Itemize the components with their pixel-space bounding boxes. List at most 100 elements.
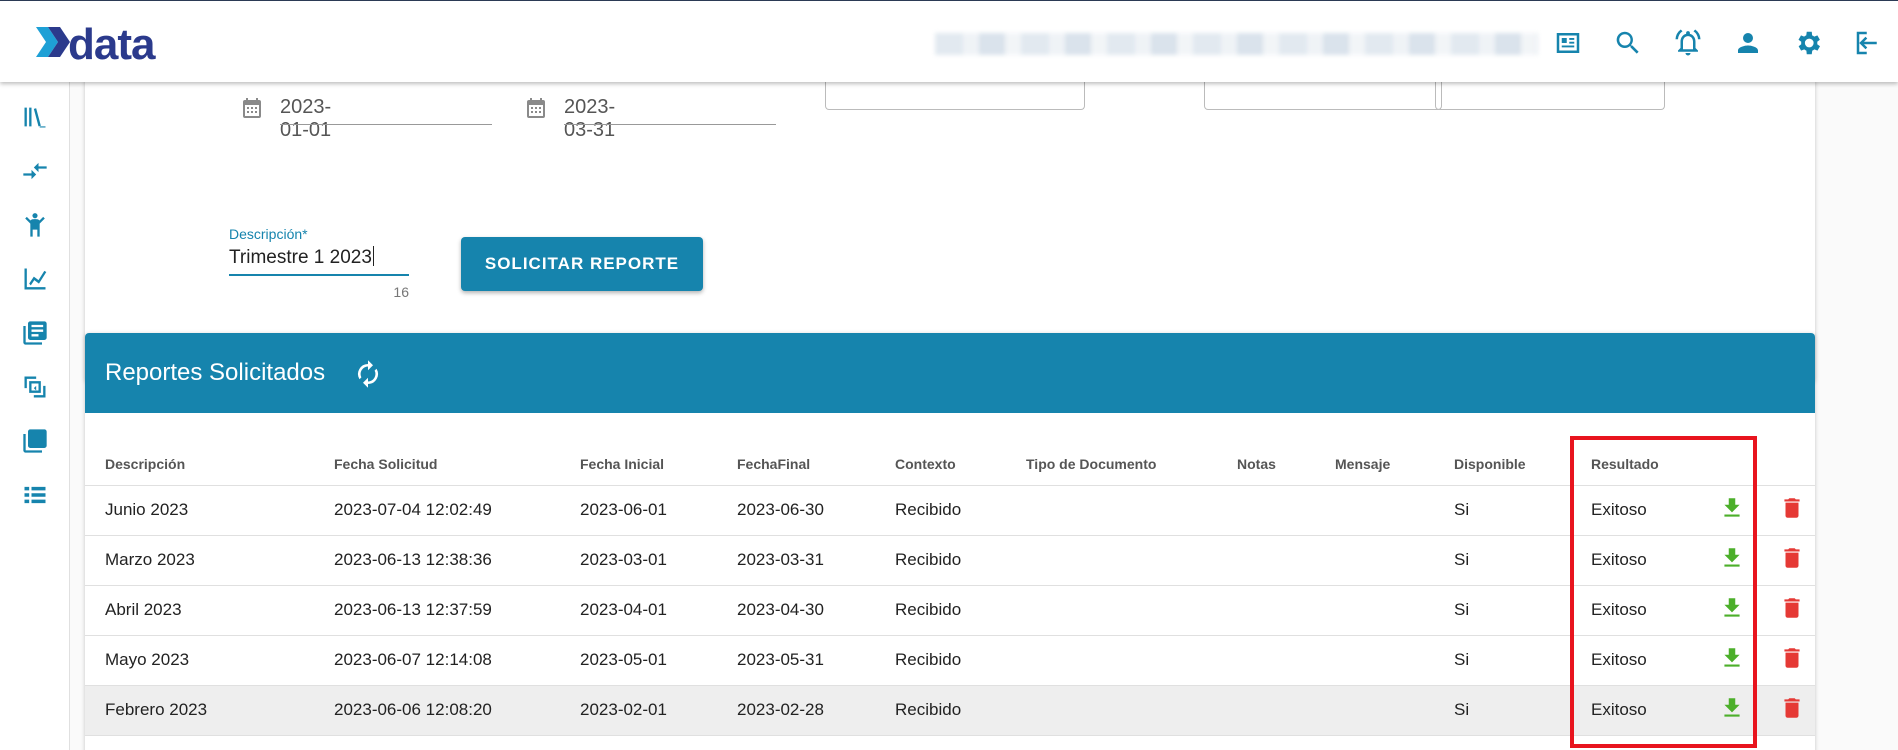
refresh-icon[interactable] [353, 359, 383, 389]
description-counter: 16 [393, 284, 409, 300]
context-select[interactable] [825, 82, 1085, 110]
reports-table: Descripción Fecha Solicitud Fecha Inicia… [85, 443, 1815, 736]
convert-icon[interactable] [18, 370, 52, 404]
table-row[interactable]: Abril 2023 2023-06-13 12:37:59 2023-04-01 2… [85, 585, 1815, 636]
table-cell: Si [1434, 535, 1571, 586]
table-cell: 2023-02-28 [717, 685, 875, 736]
main-content: 2023-01-01 2023-03-31 Descripción* Trime… [70, 62, 1898, 750]
table-cell: Recibido [875, 635, 1006, 686]
xdata-logo[interactable]: data [34, 15, 174, 69]
table-cell [1217, 485, 1315, 536]
top-bar: data [0, 0, 1898, 82]
list-icon[interactable] [18, 478, 52, 512]
table-cell [1217, 635, 1315, 686]
table-cell: Febrero 2023 [85, 685, 314, 736]
table-cell: Recibido [875, 485, 1006, 536]
library-icon[interactable] [18, 100, 52, 134]
chart-icon[interactable] [18, 262, 52, 296]
table-cell [1217, 535, 1315, 586]
table-cell: 2023-06-13 12:38:36 [314, 535, 560, 586]
blurred-user-info [935, 33, 1538, 55]
column-header[interactable]: Fecha Solicitud [314, 443, 560, 486]
delete-icon[interactable] [1779, 544, 1805, 572]
table-cell [1006, 485, 1217, 536]
table-cell: 2023-06-30 [717, 485, 875, 536]
table-cell: 2023-05-31 [717, 635, 875, 686]
column-header[interactable]: Descripción [85, 443, 314, 486]
table-cell: 2023-06-13 12:37:59 [314, 585, 560, 636]
table-cell [1315, 485, 1434, 536]
delete-icon[interactable] [1779, 594, 1805, 622]
table-cell: Si [1434, 685, 1571, 736]
requested-reports-card: Reportes Solicitados Descripción Fecha S… [85, 333, 1815, 750]
table-row[interactable]: Febrero 2023 2023-06-06 12:08:20 2023-02-0… [85, 685, 1815, 736]
table-row[interactable]: Marzo 2023 2023-06-13 12:38:36 2023-03-01 2… [85, 535, 1815, 586]
gear-icon[interactable] [1778, 25, 1838, 61]
table-cell: 2023-05-01 [560, 635, 717, 686]
table-cell: 2023-06-06 12:08:20 [314, 685, 560, 736]
search-icon[interactable] [1598, 25, 1658, 61]
table-cell [1315, 585, 1434, 636]
table-cell: Recibido [875, 685, 1006, 736]
table-cell: Abril 2023 [85, 585, 314, 636]
table-cell [1217, 585, 1315, 636]
stack-icon[interactable] [18, 424, 52, 458]
table-cell [1315, 635, 1434, 686]
reports-title: Reportes Solicitados [105, 359, 326, 386]
table-cell [1315, 535, 1434, 586]
calendar-icon[interactable] [240, 96, 264, 120]
table-cell [1006, 585, 1217, 636]
table-row[interactable]: Junio 2023 2023-07-04 12:02:49 2023-06-01 2… [85, 485, 1815, 536]
table-cell: 2023-03-01 [560, 535, 717, 586]
column-header[interactable]: Disponible [1434, 443, 1571, 486]
delete-icon[interactable] [1779, 494, 1805, 522]
header-actions [1538, 25, 1898, 61]
table-cell [1315, 685, 1434, 736]
table-cell: 2023-04-01 [560, 585, 717, 636]
table-cell: 2023-06-01 [560, 485, 717, 536]
table-cell: Si [1434, 585, 1571, 636]
table-cell [1006, 685, 1217, 736]
document-type-select[interactable] [1204, 82, 1442, 110]
table-cell: Recibido [875, 535, 1006, 586]
result-column-highlight [1570, 436, 1757, 748]
calendar-icon[interactable] [524, 96, 548, 120]
sidebar [0, 82, 70, 750]
table-cell: Si [1434, 635, 1571, 686]
logout-icon[interactable] [1838, 25, 1898, 61]
table-row[interactable]: Mayo 2023 2023-06-07 12:14:08 2023-05-01 20… [85, 635, 1815, 686]
description-input[interactable]: Trimestre 1 2023 [229, 246, 409, 270]
news-icon[interactable] [1538, 25, 1598, 61]
table-header-row: Descripción Fecha Solicitud Fecha Inicia… [85, 443, 1815, 486]
svg-text:data: data [68, 20, 156, 69]
table-cell [1217, 685, 1315, 736]
start-date-value[interactable]: 2023-01-01 [280, 96, 331, 142]
bell-icon[interactable] [1658, 25, 1718, 61]
column-header[interactable]: Tipo de Documento [1006, 443, 1217, 486]
end-date-value[interactable]: 2023-03-31 [564, 96, 615, 142]
table-cell: 2023-02-01 [560, 685, 717, 736]
person-icon[interactable] [18, 208, 52, 242]
notes-select[interactable] [1435, 82, 1665, 110]
table-cell: 2023-07-04 12:02:49 [314, 485, 560, 536]
reports-header: Reportes Solicitados [85, 333, 1815, 413]
table-cell [1006, 635, 1217, 686]
reports-table-body: Junio 2023 2023-07-04 12:02:49 2023-06-01 2… [85, 485, 1815, 736]
delete-icon[interactable] [1779, 644, 1805, 672]
column-header[interactable]: FechaFinal [717, 443, 875, 486]
column-header[interactable]: Fecha Inicial [560, 443, 717, 486]
table-cell: 2023-04-30 [717, 585, 875, 636]
table-cell: Recibido [875, 585, 1006, 636]
column-header[interactable]: Mensaje [1315, 443, 1434, 486]
column-header[interactable]: Notas [1217, 443, 1315, 486]
delete-icon[interactable] [1779, 694, 1805, 722]
user-icon[interactable] [1718, 25, 1778, 61]
description-label: Descripción* [229, 226, 308, 242]
table-cell: 2023-03-31 [717, 535, 875, 586]
column-header[interactable]: Contexto [875, 443, 1006, 486]
compare-arrows-icon[interactable] [18, 154, 52, 188]
description-field[interactable]: Descripción* Trimestre 1 2023 16 [229, 226, 409, 300]
book-icon[interactable] [18, 316, 52, 350]
request-report-button[interactable]: SOLICITAR REPORTE [461, 237, 703, 291]
table-cell: Marzo 2023 [85, 535, 314, 586]
